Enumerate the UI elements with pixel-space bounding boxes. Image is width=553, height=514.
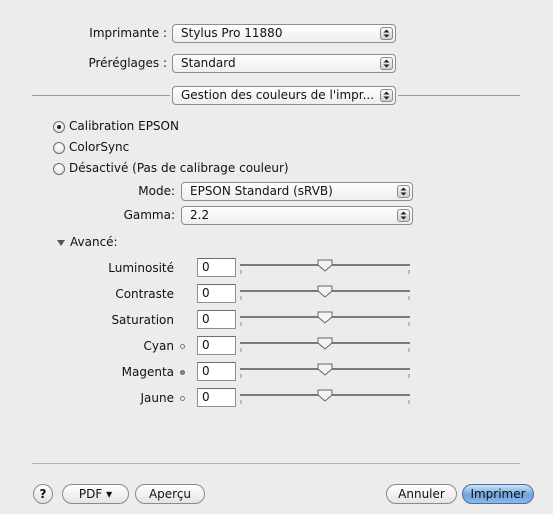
print-button[interactable]: Imprimer [462, 484, 534, 504]
radio-colorsync[interactable] [53, 142, 65, 154]
adjustment-label: Cyan [143, 339, 174, 353]
saturation-slider[interactable] [238, 310, 414, 332]
cyan-input[interactable]: 0 [197, 336, 236, 355]
help-button[interactable]: ? [33, 484, 53, 504]
radio-calibration-epson-label: Calibration EPSON [69, 119, 179, 133]
advanced-disclosure[interactable]: Avancé: [56, 235, 118, 249]
radio-calibration-epson[interactable] [53, 121, 65, 133]
adjustment-label: Jaune [140, 391, 175, 405]
slider-thumb[interactable] [317, 311, 333, 324]
contraste-input[interactable]: 0 [197, 284, 236, 303]
cyan-indicator-icon [180, 344, 185, 349]
slider-thumb[interactable] [317, 337, 333, 350]
chevron-updown-icon [397, 185, 410, 198]
slider-thumb[interactable] [317, 363, 333, 376]
magenta-input[interactable]: 0 [197, 362, 236, 381]
slider-thumb[interactable] [317, 259, 333, 272]
gamma-value: 2.2 [190, 208, 210, 222]
cancel-button[interactable]: Annuler [386, 484, 457, 504]
pdf-button[interactable]: PDF ▾ [62, 484, 129, 504]
luminosite-slider[interactable] [238, 258, 414, 280]
adjustment-row-cyan: Cyan 0 [0, 336, 553, 358]
panel-value: Gestion des couleurs de l'impr... [181, 88, 375, 102]
jaune-slider[interactable] [238, 388, 414, 410]
printer-value: Stylus Pro 11880 [181, 26, 283, 40]
saturation-input[interactable]: 0 [197, 310, 236, 329]
radio-colorsync-label: ColorSync [69, 140, 130, 154]
panel-separator-right [398, 95, 520, 96]
gamma-label: Gamma: [123, 208, 175, 222]
mode-value: EPSON Standard (sRVB) [190, 184, 333, 198]
adjustment-label: Contraste [115, 287, 174, 301]
mode-label: Mode: [138, 184, 175, 198]
radio-disabled[interactable] [53, 163, 65, 175]
chevron-updown-icon [380, 89, 393, 102]
adjustment-label: Luminosité [108, 261, 174, 275]
preview-button[interactable]: Aperçu [135, 484, 205, 504]
chevron-updown-icon [397, 209, 410, 222]
panel-popup[interactable]: Gestion des couleurs de l'impr... [172, 86, 396, 105]
adjustment-row-saturation: Saturation 0 [0, 310, 553, 332]
magenta-slider[interactable] [238, 362, 414, 384]
radio-disabled-label: Désactivé (Pas de calibrage couleur) [69, 161, 289, 175]
mode-popup[interactable]: EPSON Standard (sRVB) [181, 182, 413, 201]
chevron-updown-icon [380, 57, 393, 70]
luminosite-input[interactable]: 0 [197, 258, 236, 277]
adjustment-label: Magenta [121, 365, 174, 379]
adjustment-row-magenta: Magenta 0 [0, 362, 553, 384]
presets-popup[interactable]: Standard [172, 54, 396, 73]
adjustment-label: Saturation [111, 313, 174, 327]
disclosure-triangle-icon [56, 237, 66, 247]
presets-value: Standard [181, 56, 236, 70]
footer-separator [32, 463, 520, 464]
adjustment-row-jaune: Jaune 0 [0, 388, 553, 410]
chevron-updown-icon [380, 27, 393, 40]
advanced-label: Avancé: [70, 235, 118, 249]
presets-label: Préréglages : [88, 56, 167, 70]
jaune-input[interactable]: 0 [197, 388, 236, 407]
jaune-indicator-icon [180, 396, 185, 401]
adjustment-row-luminosite: Luminosité 0 [0, 258, 553, 280]
slider-thumb[interactable] [317, 285, 333, 298]
printer-popup[interactable]: Stylus Pro 11880 [172, 24, 396, 43]
adjustment-row-contraste: Contraste 0 [0, 284, 553, 306]
cyan-slider[interactable] [238, 336, 414, 358]
magenta-indicator-icon [180, 370, 185, 375]
contraste-slider[interactable] [238, 284, 414, 306]
gamma-popup[interactable]: 2.2 [181, 206, 413, 225]
printer-label: Imprimante : [89, 26, 167, 40]
panel-separator-left [32, 95, 170, 96]
slider-thumb[interactable] [317, 389, 333, 402]
